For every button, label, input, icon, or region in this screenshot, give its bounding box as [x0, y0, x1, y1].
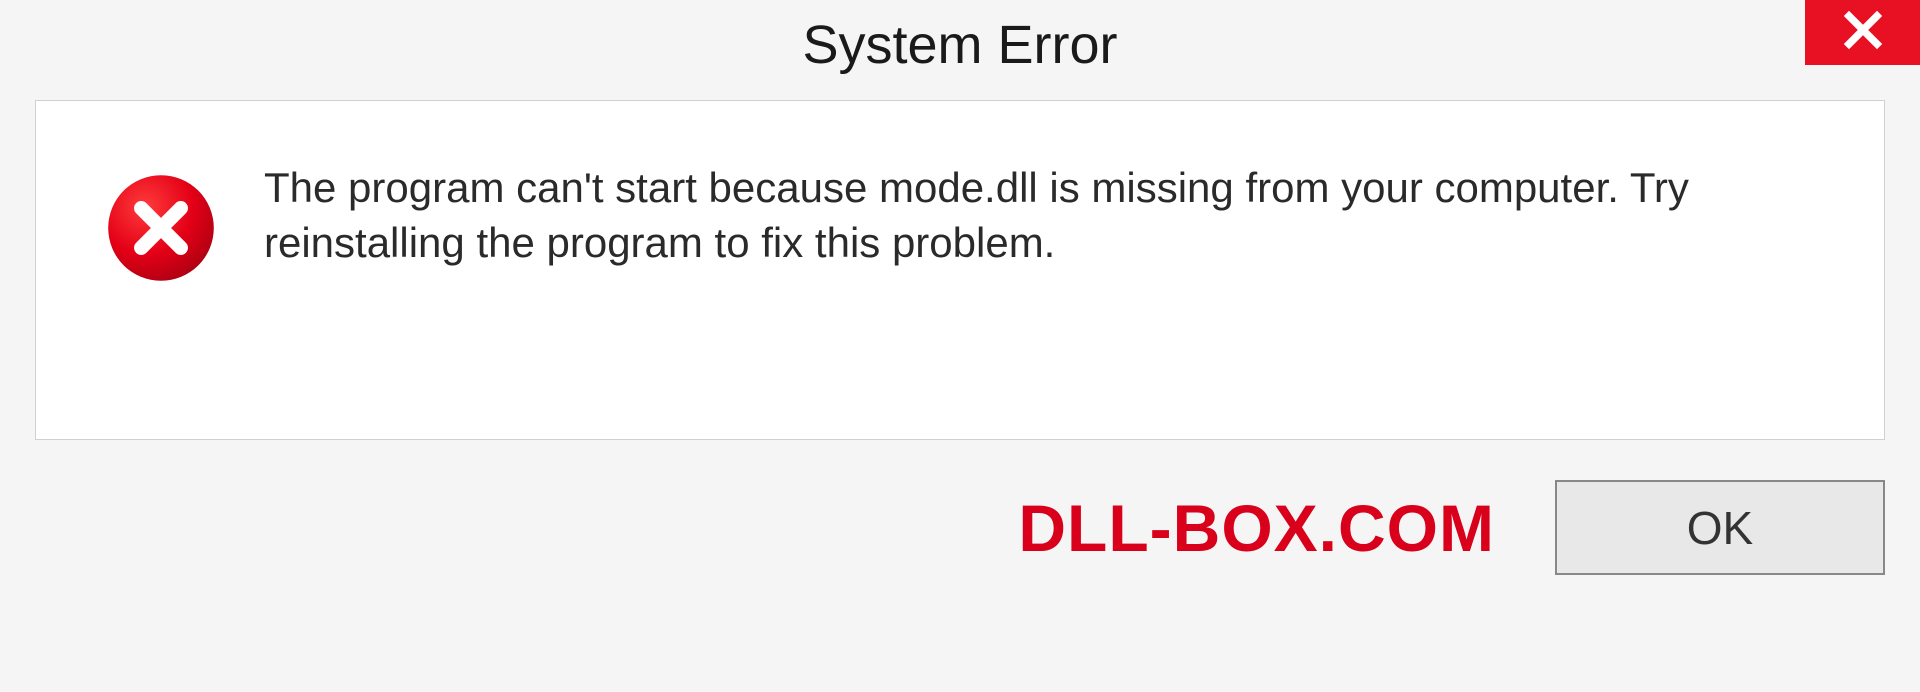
- dialog-window: System Error Th: [0, 0, 1920, 692]
- ok-button-label: OK: [1687, 501, 1753, 555]
- close-button[interactable]: [1805, 0, 1920, 65]
- error-message: The program can't start because mode.dll…: [264, 161, 1834, 270]
- footer: DLL-BOX.COM OK: [35, 480, 1885, 575]
- content-panel: The program can't start because mode.dll…: [35, 100, 1885, 440]
- watermark-text: DLL-BOX.COM: [1018, 490, 1495, 566]
- error-icon: [106, 173, 216, 288]
- ok-button[interactable]: OK: [1555, 480, 1885, 575]
- window-title: System Error: [802, 14, 1117, 76]
- close-icon: [1842, 9, 1884, 56]
- titlebar: System Error: [0, 0, 1920, 90]
